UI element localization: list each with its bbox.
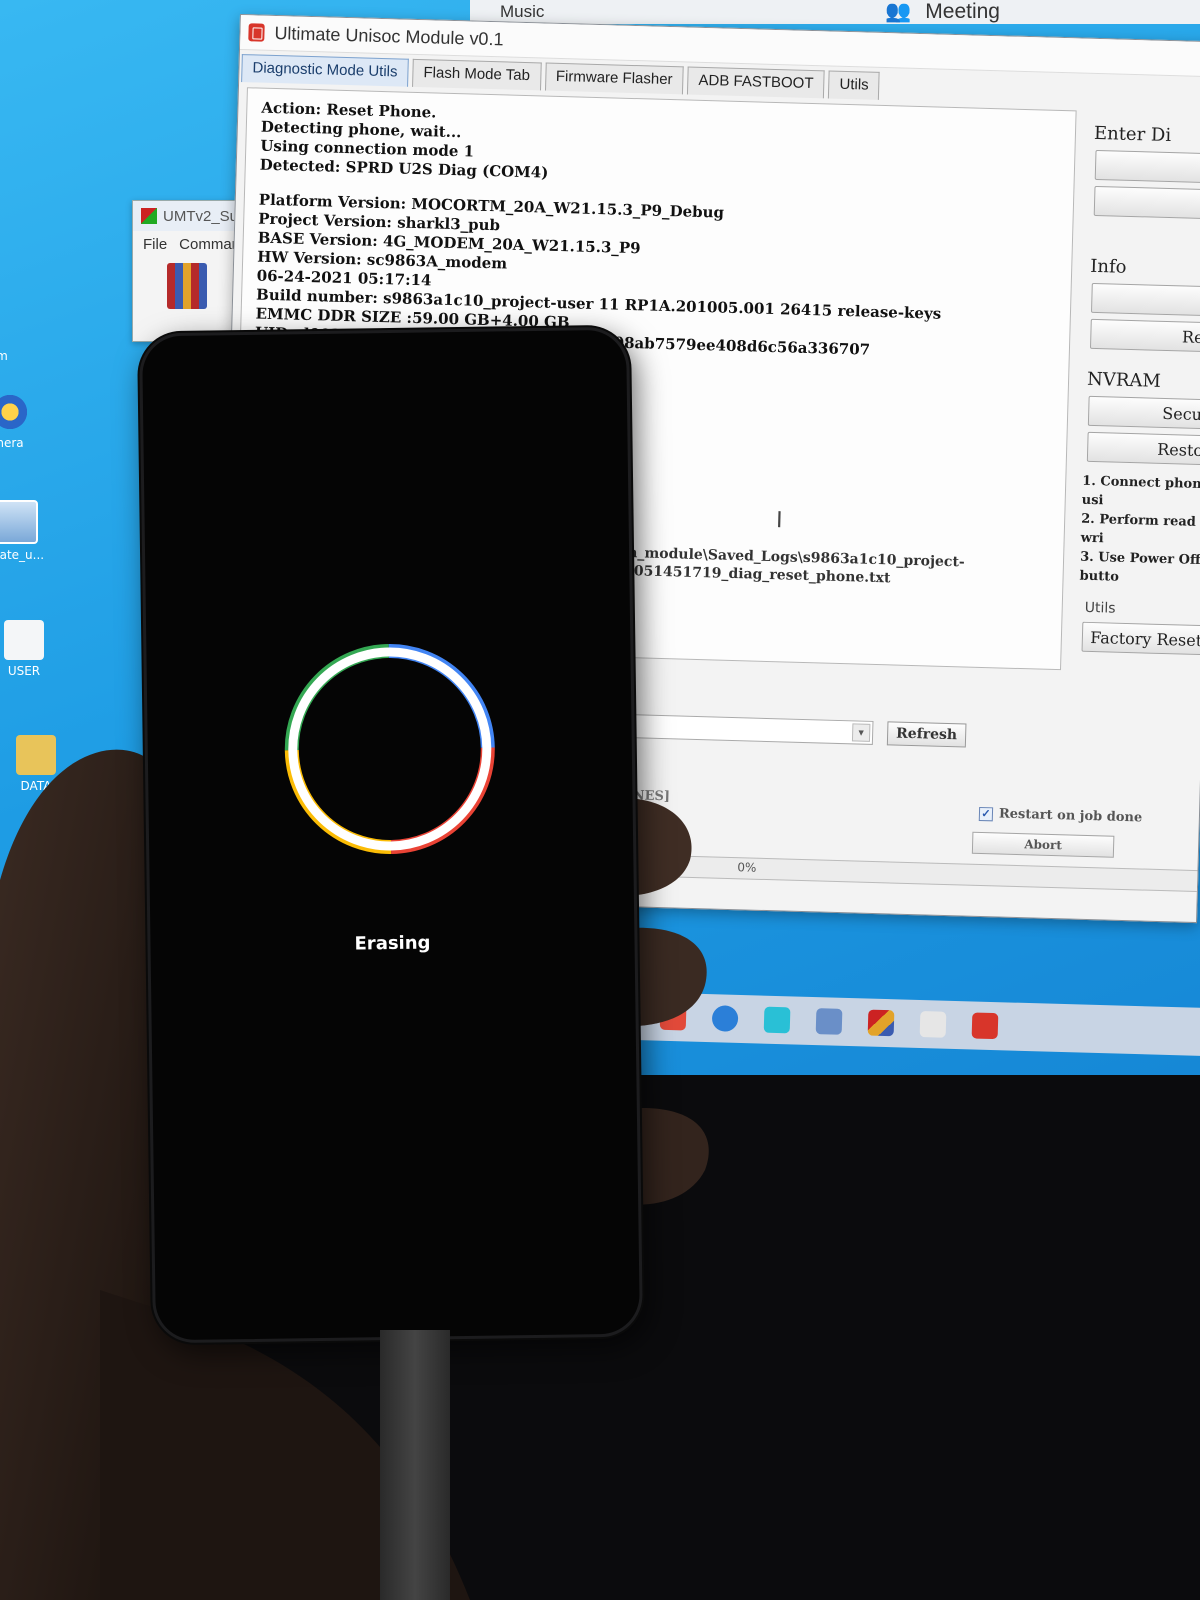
menu-command[interactable]: Comman (179, 236, 240, 253)
checkbox-checked-icon[interactable]: ✓ (978, 806, 994, 821)
read-button[interactable]: Read (1089, 318, 1200, 353)
info-label: Info (1089, 255, 1127, 278)
text-cursor-icon: I (775, 508, 783, 534)
refresh-button[interactable]: Refresh (886, 721, 967, 748)
desktop-icon-label: nera (0, 436, 24, 450)
desktop-icon-1[interactable]: m (0, 305, 32, 363)
read-info-button[interactable]: Re (1090, 282, 1200, 317)
restart-label: Restart on job done (998, 806, 1143, 826)
nvram-label: NVRAM (1086, 368, 1162, 392)
factory-reset-button[interactable]: Factory Reset- (1081, 621, 1200, 656)
desktop-icon-label: USER (7, 664, 41, 678)
desktop-icon-4[interactable]: USER (0, 620, 54, 678)
log-path: rum_module\Saved_Logs\s9863a1c10_project… (604, 543, 965, 589)
chevron-down-icon[interactable]: ▼ (851, 723, 871, 742)
abort-button[interactable]: Abort (971, 831, 1115, 858)
enter-diag-button-1[interactable] (1094, 149, 1200, 184)
instructions: 1. Connect phone usi 2. Perform read or … (1079, 472, 1200, 590)
meeting-item[interactable]: 👥 Meeting (885, 0, 1000, 24)
restart-option[interactable]: ✓ Restart on job done (978, 806, 1143, 826)
instruction-step: 2. Perform read or wri (1080, 511, 1200, 547)
phone: Erasing (138, 326, 644, 1344)
people-icon: 👥 (885, 0, 912, 23)
instruction-step: 1. Connect phone usi (1081, 473, 1200, 509)
window-title: Ultimate Unisoc Module v0.1 (274, 22, 504, 49)
tab-adb-fastboot[interactable]: ADB FASTBOOT (687, 66, 825, 99)
tab-firmware-flasher[interactable]: Firmware Flasher (544, 62, 684, 95)
utils-label: Utils (1084, 599, 1116, 617)
desktop-icon-label: mate_u... (0, 548, 45, 562)
app-logo-icon (141, 208, 157, 224)
tab-flash-mode[interactable]: Flash Mode Tab (412, 58, 542, 91)
tab-diagnostic[interactable]: Diagnostic Mode Utils (241, 54, 409, 87)
side-panel: Enter Di Info Re Read NVRAM Securit Rest… (1071, 115, 1200, 662)
enter-diag-label: Enter Di (1093, 122, 1172, 147)
desktop-icon-3[interactable]: mate_u... (0, 500, 46, 562)
tab-utils[interactable]: Utils (828, 70, 881, 100)
winrar-icon (167, 263, 207, 309)
music-label[interactable]: Music (500, 2, 544, 22)
winrar-icon[interactable] (867, 1009, 895, 1037)
restore-button[interactable]: Restore (1086, 431, 1200, 466)
usb-cable (380, 1330, 450, 1600)
unisoc-module-icon[interactable] (971, 1012, 999, 1040)
progress-ring-icon (284, 644, 495, 855)
desktop-icon-label: m (0, 349, 8, 363)
security-button[interactable]: Securit (1087, 395, 1200, 430)
taskbar-app-icon[interactable] (815, 1008, 843, 1035)
vpn-icon[interactable] (763, 1006, 791, 1034)
menu-file[interactable]: File (143, 236, 167, 253)
meeting-label: Meeting (925, 0, 1000, 23)
erasing-status: Erasing (354, 932, 431, 955)
instruction-step: 3. Use Power Off butto (1079, 549, 1200, 585)
desktop-icon-2[interactable]: nera (0, 392, 40, 450)
app-logo-icon (248, 23, 265, 42)
enter-diag-button-2[interactable] (1093, 185, 1200, 220)
shield-icon[interactable] (919, 1011, 947, 1038)
media-bar: Music 👥 Meeting (470, 0, 1200, 24)
